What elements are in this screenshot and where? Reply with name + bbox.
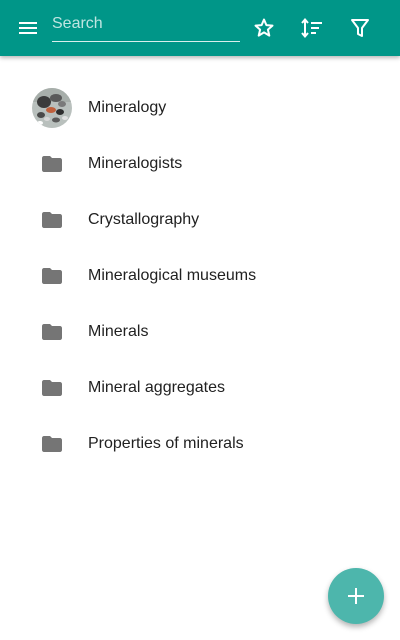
sort-icon[interactable] <box>300 16 324 40</box>
folder-icon <box>40 208 64 232</box>
app-bar <box>0 0 400 56</box>
add-button[interactable] <box>328 568 384 624</box>
list-item-label: Mineralogical museums <box>88 267 257 284</box>
list-item-label: Mineralogists <box>88 155 183 172</box>
list-item-mineral-aggregates[interactable]: Mineral aggregates <box>0 360 400 416</box>
folder-icon <box>40 432 64 456</box>
search-field <box>52 10 240 42</box>
star-outline-icon[interactable] <box>252 16 276 40</box>
list-item-mineralogists[interactable]: Mineralogists <box>0 136 400 192</box>
list-item-crystallography[interactable]: Crystallography <box>0 192 400 248</box>
list-item-label: Mineralogy <box>88 99 167 116</box>
folder-icon <box>40 320 64 344</box>
add-icon <box>348 588 364 604</box>
list-item-minerals[interactable]: Minerals <box>0 304 400 360</box>
menu-icon[interactable] <box>16 16 40 40</box>
list-item-label: Properties of minerals <box>88 435 244 452</box>
folder-icon <box>40 376 64 400</box>
folder-icon <box>40 264 64 288</box>
search-input[interactable] <box>52 12 238 36</box>
list-item-label: Mineral aggregates <box>88 379 225 396</box>
folder-icon <box>40 152 64 176</box>
category-thumbnail <box>32 88 72 128</box>
list-item-label: Crystallography <box>88 211 200 228</box>
list-item-label: Minerals <box>88 323 149 340</box>
category-list: Mineralogy Mineralogists Crystallography… <box>0 80 400 472</box>
list-item-mineralogical-museums[interactable]: Mineralogical museums <box>0 248 400 304</box>
list-item-properties-of-minerals[interactable]: Properties of minerals <box>0 416 400 472</box>
list-item-mineralogy[interactable]: Mineralogy <box>0 80 400 136</box>
filter-icon[interactable] <box>348 16 372 40</box>
